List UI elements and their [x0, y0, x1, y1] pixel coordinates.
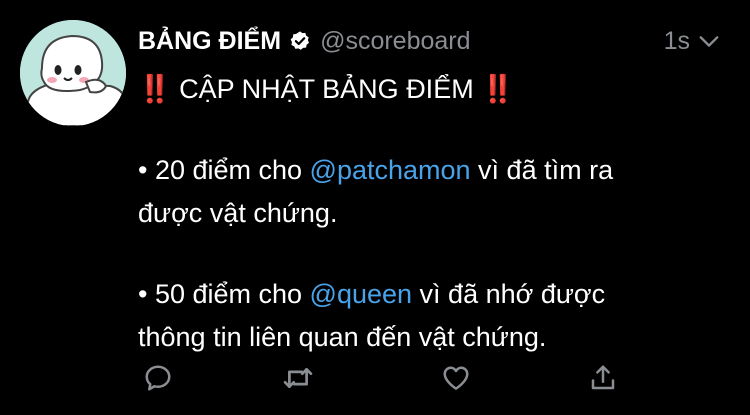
item-2-line-2: thông tin liên quan đến vật chứng.: [138, 322, 547, 352]
double-exclamation-icon: ‼️: [481, 74, 515, 104]
tweet-text: ‼️ CẬP NHẬT BẢNG ĐIỂM ‼️ • 20 điểm cho @…: [138, 68, 728, 359]
avatar-illustration: [20, 20, 126, 126]
item-1-prefix: • 20 điểm cho: [138, 155, 310, 185]
double-exclamation-icon: ‼️: [138, 74, 172, 104]
headline-line: ‼️ CẬP NHẬT BẢNG ĐIỂM ‼️: [138, 68, 728, 111]
item-1-line-1: • 20 điểm cho @patchamon vì đã tìm ra: [138, 149, 728, 192]
reply-button[interactable]: [140, 360, 176, 396]
share-icon: [591, 365, 615, 390]
like-button[interactable]: [438, 360, 474, 396]
tweet-header: BẢNG ĐIỂM @scoreboard 1s: [138, 24, 720, 58]
retweet-icon: [283, 368, 313, 388]
item-1-line-2: được vật chứng.: [138, 198, 338, 228]
verified-badge-icon: [289, 30, 311, 52]
item-2-rest: vì đã nhớ được: [412, 279, 606, 309]
mention-link[interactable]: @patchamon: [310, 155, 471, 185]
chevron-down-icon[interactable]: [698, 30, 720, 52]
item-2-line-1: • 50 điểm cho @queen vì đã nhớ được: [138, 273, 728, 316]
retweet-button[interactable]: [280, 360, 316, 396]
handle[interactable]: @scoreboard: [320, 24, 470, 58]
mention-link[interactable]: @queen: [310, 279, 413, 309]
headline-text: CẬP NHẬT BẢNG ĐIỂM: [171, 74, 482, 104]
tweet-actions: [138, 360, 618, 396]
heart-icon: [443, 366, 469, 390]
share-button[interactable]: [585, 360, 621, 396]
timestamp[interactable]: 1s: [664, 24, 690, 58]
item-2-prefix: • 50 điểm cho: [138, 279, 310, 309]
reply-icon: [145, 365, 171, 391]
display-name[interactable]: BẢNG ĐIỂM: [138, 24, 281, 58]
item-1-rest: vì đã tìm ra: [470, 155, 614, 185]
avatar[interactable]: [20, 20, 126, 126]
